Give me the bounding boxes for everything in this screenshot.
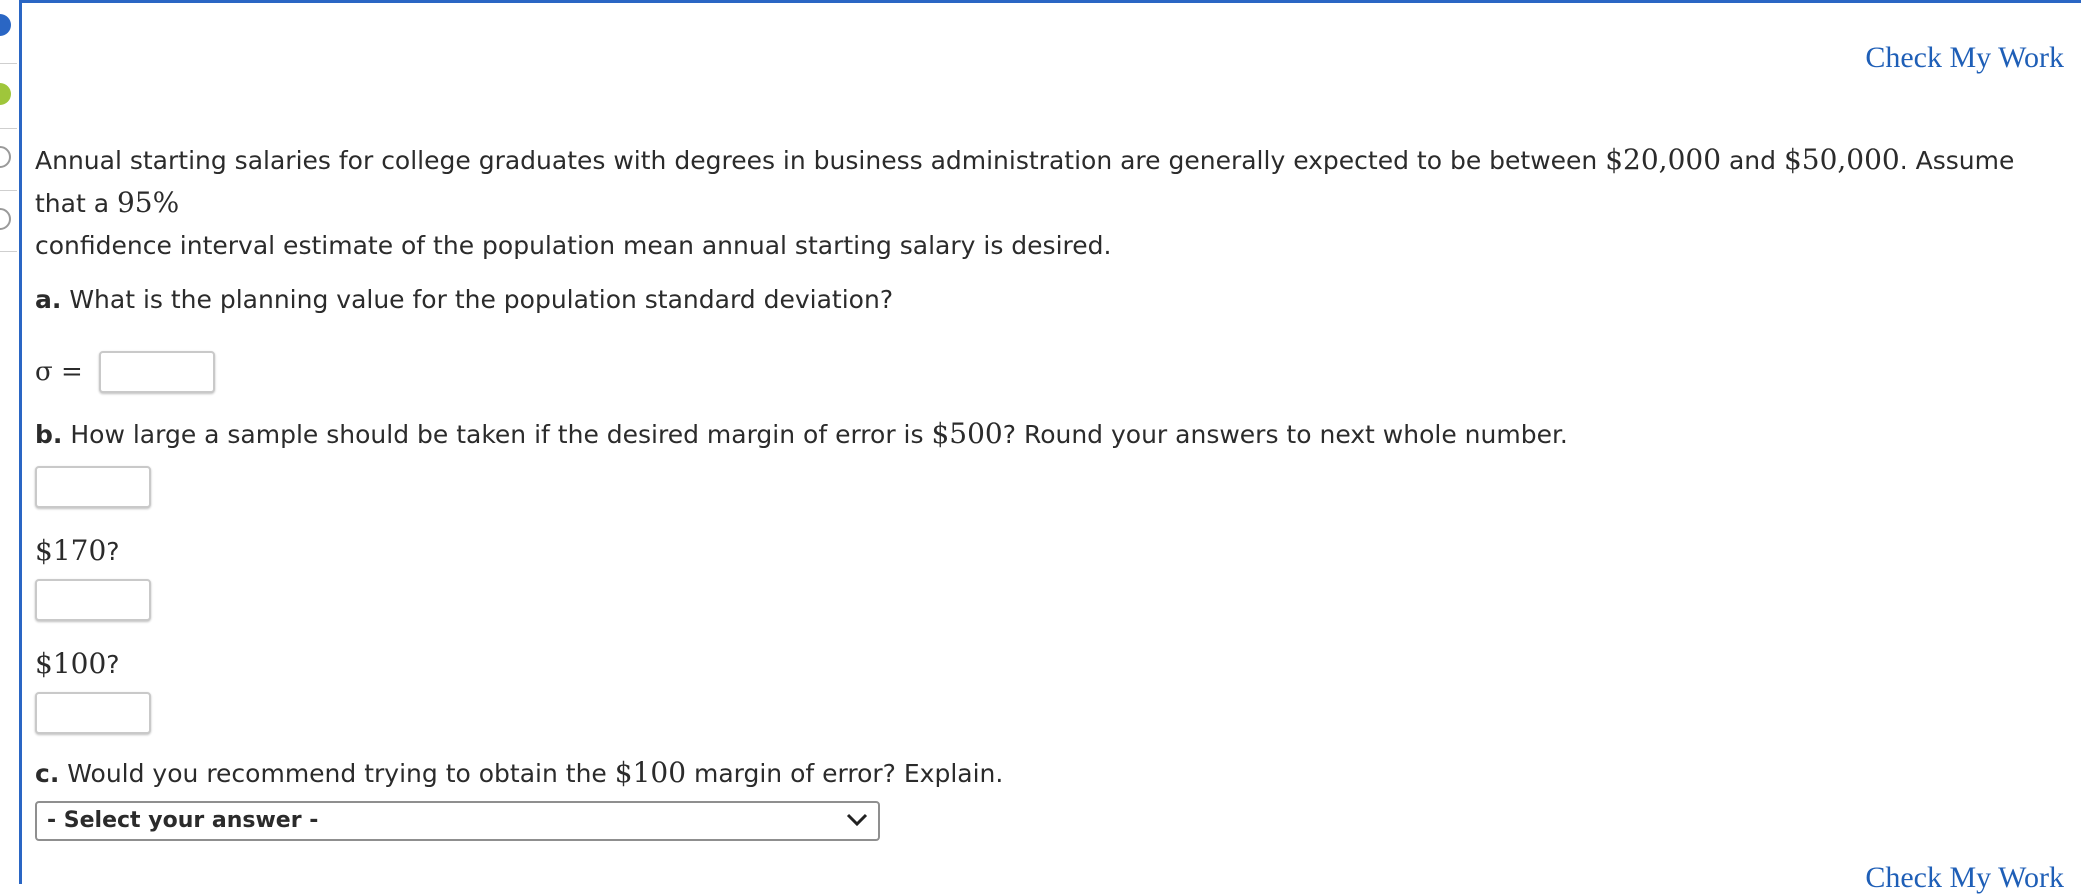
problem-text: Annual starting salaries for college gra…: [35, 146, 1606, 175]
sample-size-170-row: [35, 579, 2071, 621]
nav-progress-dot[interactable]: [0, 146, 11, 168]
part-b-question: b. How large a sample should be taken if…: [35, 413, 2071, 456]
problem-text: and: [1721, 146, 1784, 175]
sample-size-500-input[interactable]: [35, 466, 151, 508]
margin-170-label: $170?: [35, 534, 2071, 569]
confidence-level: 95%: [116, 186, 180, 219]
nav-divider: [0, 128, 17, 129]
nav-progress-dot[interactable]: [0, 208, 11, 230]
question-panel: Check My Work Annual starting salaries f…: [19, 0, 2081, 894]
check-my-work-link-bottom[interactable]: Check My Work: [1865, 861, 2064, 895]
margin-100-label: $100?: [35, 647, 2071, 682]
problem-statement: Annual starting salaries for college gra…: [35, 139, 2071, 267]
sample-size-100-row: [35, 692, 2071, 734]
high-salary: $50,000: [1783, 143, 1900, 176]
margin-100-c: $100: [614, 756, 687, 789]
part-b-text: ? Round your answers to next whole numbe…: [1002, 420, 1568, 449]
part-b-label: b.: [35, 420, 63, 449]
question-mark: ?: [106, 650, 120, 679]
nav-divider: [0, 190, 17, 191]
nav-progress-dot-complete[interactable]: [0, 83, 11, 105]
sample-size-100-input[interactable]: [35, 692, 151, 734]
sigma-input[interactable]: [98, 351, 215, 393]
part-b-text: How large a sample should be taken if th…: [62, 420, 932, 449]
left-navigation-rail: [0, 0, 19, 884]
sigma-label: σ =: [35, 357, 83, 387]
chevron-down-icon: [846, 800, 868, 842]
check-my-work-link[interactable]: Check My Work: [1865, 41, 2064, 75]
low-salary: $20,000: [1605, 143, 1722, 176]
part-a-label: a.: [35, 285, 62, 314]
recommendation-select[interactable]: - Select your answer -: [35, 801, 880, 841]
part-a-question: a. What is the planning value for the po…: [35, 279, 2071, 321]
margin-170: $170: [35, 534, 107, 567]
part-c-text: margin of error? Explain.: [686, 759, 1004, 788]
margin-500: $500: [931, 417, 1003, 450]
problem-text: confidence interval estimate of the popu…: [35, 231, 1112, 260]
nav-progress-dot-active[interactable]: [0, 14, 11, 36]
question-content: Annual starting salaries for college gra…: [35, 139, 2071, 841]
question-mark: ?: [106, 537, 120, 566]
part-c-label: c.: [35, 759, 60, 788]
sample-size-500-row: [35, 466, 2071, 508]
nav-divider: [0, 251, 17, 252]
nav-divider: [0, 63, 17, 64]
part-a-text: What is the planning value for the popul…: [61, 285, 894, 314]
margin-100: $100: [35, 647, 107, 680]
part-c-text: Would you recommend trying to obtain the: [59, 759, 615, 788]
sigma-answer-row: σ =: [35, 349, 2071, 395]
select-value: - Select your answer -: [47, 808, 319, 833]
part-c-question: c. Would you recommend trying to obtain …: [35, 752, 2071, 795]
sample-size-170-input[interactable]: [35, 579, 151, 621]
